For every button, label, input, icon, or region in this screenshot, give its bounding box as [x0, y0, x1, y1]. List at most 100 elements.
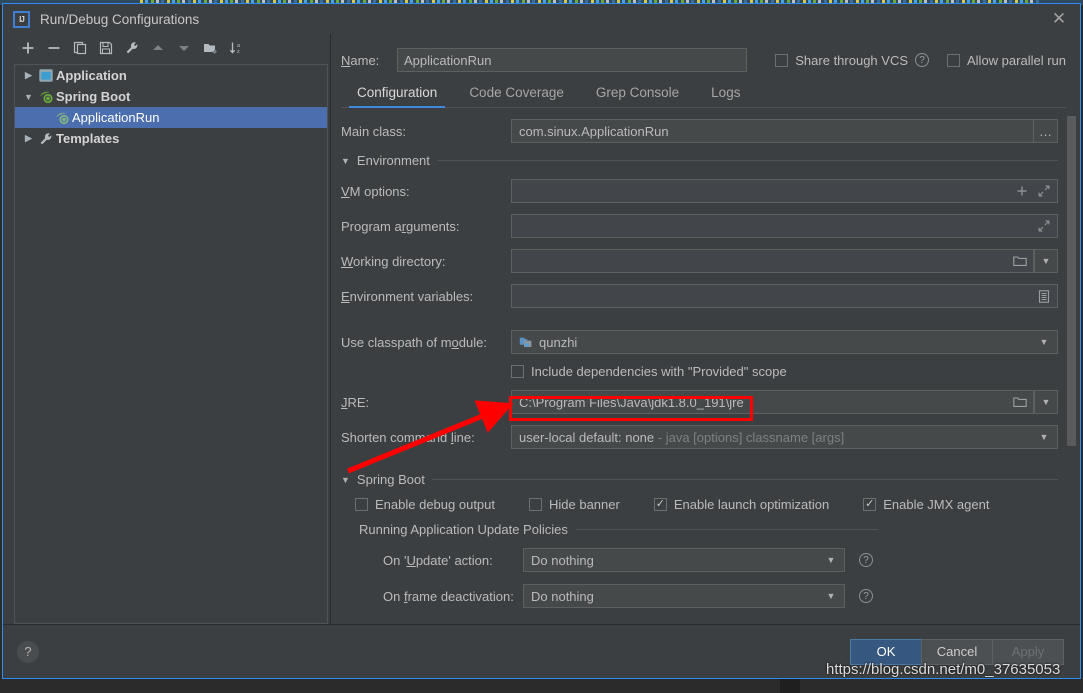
wrench-icon[interactable]	[120, 37, 144, 59]
tree-item-templates[interactable]: ▶ Templates	[15, 128, 327, 149]
tree-item-spring-boot[interactable]: ▼ Spring Boot	[15, 86, 327, 107]
classpath-module-combo[interactable]: qunzhi ▼	[511, 330, 1058, 354]
chevron-down-icon[interactable]: ▼	[341, 475, 350, 485]
jre-input[interactable]: C:\Program Files\Java\jdk1.8.0_191\jre	[511, 390, 1034, 414]
jre-dropdown[interactable]: ▼	[1034, 390, 1058, 414]
allow-parallel-run-checkbox[interactable]: Allow parallel run	[947, 53, 1066, 68]
main-class-label: Main class:	[341, 123, 407, 139]
on-frame-deactivation-dropdown-arrow[interactable]: ▼	[820, 585, 842, 607]
chevron-right-icon[interactable]: ▶	[21, 70, 36, 81]
dialog-titlebar: IJ Run/Debug Configurations ✕	[3, 4, 1080, 34]
configuration-form: Main class: com.sinux.ApplicationRun … ▼…	[341, 108, 1080, 624]
main-class-input[interactable]: com.sinux.ApplicationRun	[511, 119, 1034, 143]
expand-editor-icon[interactable]	[1033, 180, 1055, 202]
tree-item-label: Templates	[56, 131, 120, 146]
hide-banner-checkbox[interactable]: Hide banner	[529, 497, 620, 512]
tab-code-coverage[interactable]: Code Coverage	[453, 85, 580, 107]
scrollbar-thumb[interactable]	[1067, 116, 1076, 446]
environment-variables-input[interactable]	[511, 284, 1058, 308]
expand-editor-icon[interactable]	[1033, 215, 1055, 237]
apply-button[interactable]: Apply	[992, 638, 1064, 665]
working-directory-input[interactable]	[511, 249, 1034, 273]
arrow-up-icon[interactable]	[146, 37, 170, 59]
help-icon[interactable]: ?	[859, 589, 873, 603]
jre-row: JRE: C:\Program Files\Java\jdk1.8.0_191\…	[341, 389, 1058, 415]
on-update-action-dropdown-arrow[interactable]: ▼	[820, 549, 842, 571]
shorten-command-line-combo[interactable]: user-local default: none - java [options…	[511, 425, 1058, 449]
checkbox-box[interactable]	[775, 53, 789, 67]
name-row: Name: Share through VCS ? Allow parallel…	[341, 42, 1080, 78]
application-icon	[36, 69, 56, 82]
checkbox-box[interactable]	[355, 498, 368, 511]
jre-value: C:\Program Files\Java\jdk1.8.0_191\jre	[519, 394, 744, 410]
form-scrollbar[interactable]	[1067, 116, 1076, 614]
enable-debug-output-checkbox[interactable]: Enable debug output	[355, 497, 495, 512]
section-divider	[575, 529, 878, 530]
shorten-command-line-dropdown-arrow[interactable]: ▼	[1033, 426, 1055, 448]
checkbox-box[interactable]	[947, 53, 960, 67]
dialog-footer: ? OK Cancel Apply	[3, 624, 1080, 678]
environment-list-icon[interactable]	[1033, 285, 1055, 307]
spring-boot-section-title: Spring Boot	[356, 472, 425, 487]
tab-configuration[interactable]: Configuration	[341, 85, 453, 108]
working-directory-dropdown[interactable]: ▼	[1034, 249, 1058, 273]
vm-options-row: VM options:	[341, 178, 1058, 204]
environment-section-title: Environment	[356, 153, 430, 168]
main-class-browse-button[interactable]: …	[1034, 119, 1058, 143]
intellij-logo-icon: IJ	[13, 10, 30, 28]
allow-parallel-run-label: Allow parallel run	[967, 52, 1066, 68]
folder-add-icon[interactable]	[198, 37, 222, 59]
on-update-action-combo[interactable]: Do nothing ▼	[523, 548, 845, 572]
hide-banner-label: Hide banner	[549, 497, 620, 512]
share-through-vcs-checkbox[interactable]: Share through VCS	[775, 53, 908, 68]
tab-logs[interactable]: Logs	[695, 85, 756, 107]
add-macro-icon[interactable]	[1011, 180, 1033, 202]
plus-icon[interactable]	[16, 37, 40, 59]
configurations-tree[interactable]: ▶ Application ▼ Spring Boot ApplicationR…	[14, 64, 328, 624]
program-arguments-input[interactable]	[511, 214, 1058, 238]
arrow-down-icon[interactable]	[172, 37, 196, 59]
checkbox-box[interactable]	[653, 498, 667, 511]
jre-label: JRE:	[341, 394, 370, 410]
on-update-action-label: On 'Update' action:	[383, 552, 493, 568]
folder-icon[interactable]	[1009, 250, 1031, 272]
minus-icon[interactable]	[42, 37, 66, 59]
enable-launch-optimization-label: Enable launch optimization	[673, 497, 830, 512]
help-icon[interactable]: ?	[859, 553, 873, 567]
program-arguments-label: Program arguments:	[341, 218, 460, 234]
help-icon[interactable]: ?	[915, 53, 929, 67]
checkbox-box[interactable]	[511, 365, 524, 378]
tree-item-label: Spring Boot	[56, 89, 131, 104]
configurations-sidebar: a z ▶ Application ▼ Spring Boot Applicat…	[3, 34, 331, 624]
chevron-down-icon[interactable]: ▼	[21, 92, 36, 102]
copy-icon[interactable]	[68, 37, 92, 59]
sort-az-icon[interactable]: a z	[224, 37, 248, 59]
help-button[interactable]: ?	[17, 640, 39, 663]
enable-launch-optimization-checkbox[interactable]: Enable launch optimization	[653, 497, 830, 512]
on-frame-deactivation-combo[interactable]: Do nothing ▼	[523, 584, 845, 608]
cancel-button[interactable]: Cancel	[921, 638, 993, 665]
spring-boot-options: Enable debug output Hide banner Enable l…	[355, 497, 1058, 512]
working-directory-label: Working directory:	[341, 253, 446, 269]
program-arguments-row: Program arguments:	[341, 213, 1058, 239]
tab-grep-console[interactable]: Grep Console	[580, 85, 695, 107]
save-icon[interactable]	[94, 37, 118, 59]
ok-button[interactable]: OK	[850, 638, 922, 665]
header-checkboxes: Share through VCS ? Allow parallel run	[775, 53, 1066, 68]
checkbox-box[interactable]	[863, 498, 877, 511]
name-input[interactable]	[397, 48, 747, 72]
tree-item-application[interactable]: ▶ Application	[15, 65, 327, 86]
classpath-module-label: Use classpath of module:	[341, 334, 487, 350]
checkbox-box[interactable]	[529, 498, 542, 511]
include-provided-checkbox[interactable]: Include dependencies with "Provided" sco…	[511, 364, 787, 379]
chevron-down-icon[interactable]: ▼	[341, 156, 350, 166]
tree-item-label: Application	[56, 68, 127, 83]
footer-buttons: OK Cancel Apply	[850, 638, 1064, 665]
vm-options-input[interactable]	[511, 179, 1058, 203]
enable-jmx-agent-checkbox[interactable]: Enable JMX agent	[863, 497, 989, 512]
classpath-module-dropdown-arrow[interactable]: ▼	[1033, 331, 1055, 353]
close-icon[interactable]: ✕	[1044, 6, 1074, 32]
tree-item-applicationrun[interactable]: ApplicationRun	[15, 107, 327, 128]
chevron-right-icon[interactable]: ▶	[21, 133, 36, 144]
folder-icon[interactable]	[1009, 391, 1031, 413]
